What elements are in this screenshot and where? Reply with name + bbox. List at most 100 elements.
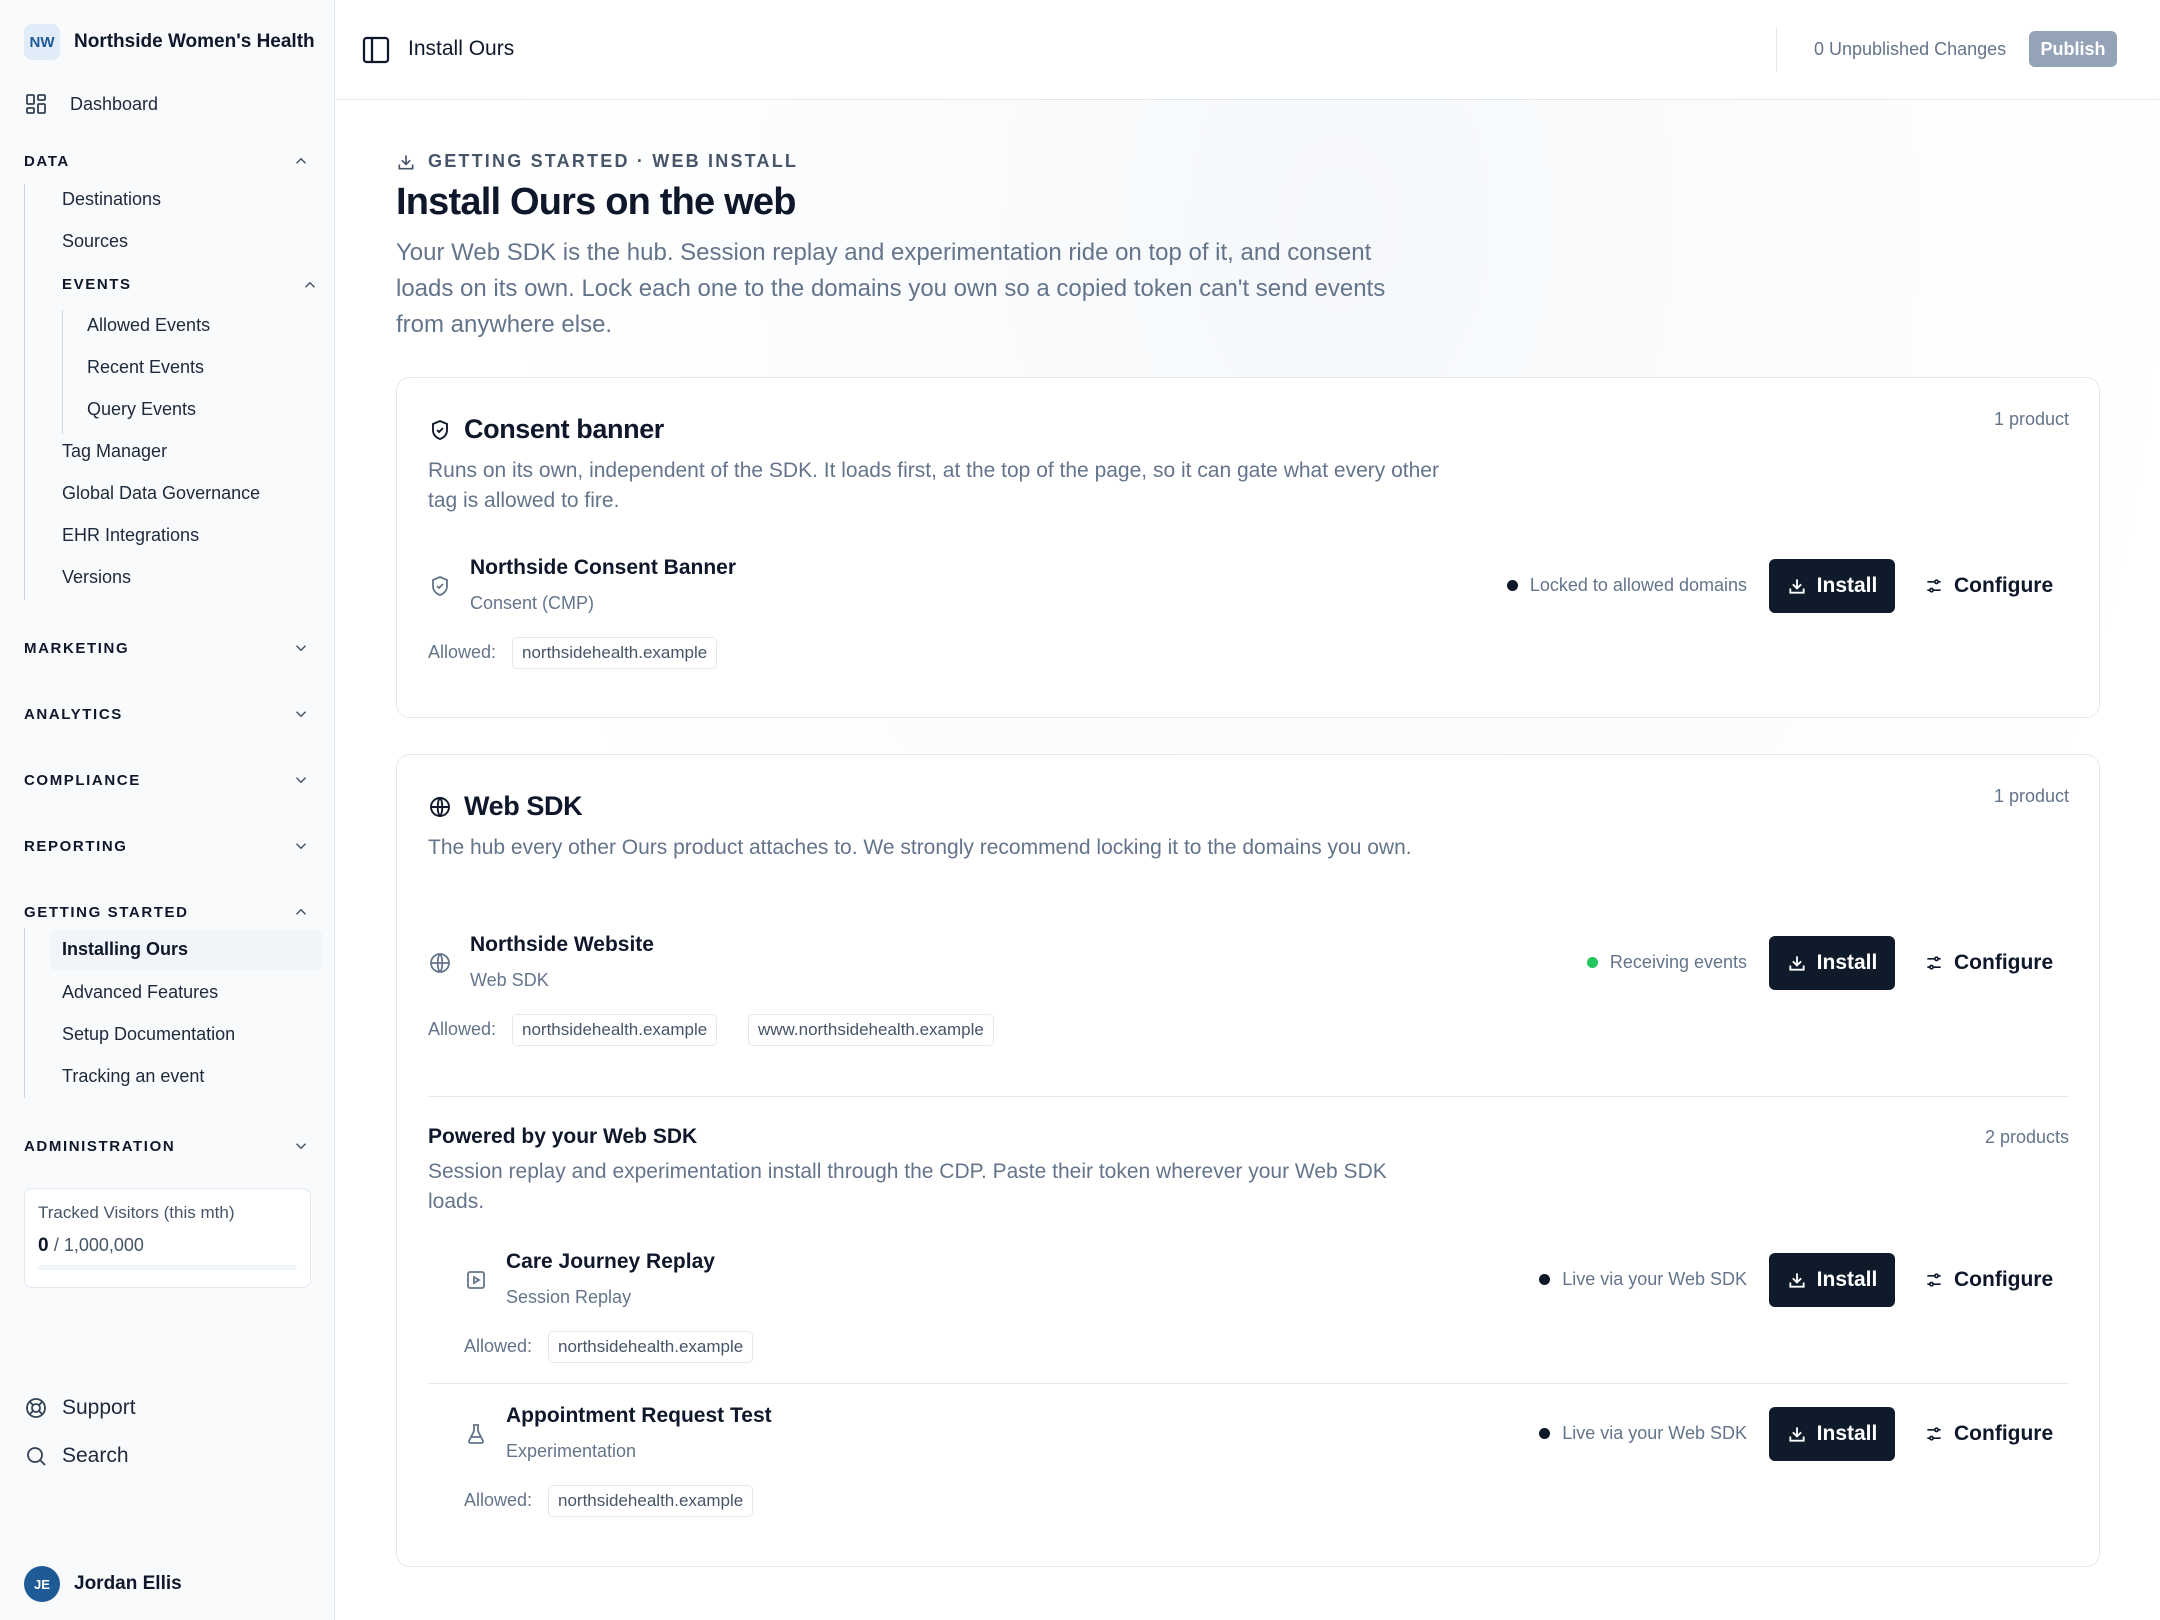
tracked-visitors-card: Tracked Visitors (this mth) 0 / 1,000,00… xyxy=(24,1188,311,1288)
download-icon xyxy=(1789,579,1805,594)
domain-chip: northsidehealth.example xyxy=(548,1331,754,1363)
section-reporting[interactable]: REPORTING xyxy=(24,837,310,855)
globe-icon xyxy=(430,796,450,817)
section-marketing[interactable]: MARKETING xyxy=(24,639,310,657)
configure-label: Configure xyxy=(1954,1268,2054,1291)
section-events[interactable]: EVENTS xyxy=(62,276,132,293)
install-label: Install xyxy=(1816,1268,1878,1291)
domain-chip: northsidehealth.example xyxy=(548,1485,754,1517)
page-description: Your Web SDK is the hub. Session replay … xyxy=(396,239,1386,338)
install-button[interactable]: Install xyxy=(1769,936,1895,990)
chevron-down-icon xyxy=(295,777,307,784)
web-sdk-card: Web SDK 1 product The hub every other Ou… xyxy=(396,754,2100,1567)
chevron-down-icon xyxy=(295,1143,307,1150)
section-analytics[interactable]: ANALYTICS xyxy=(24,705,310,723)
org-badge: NW xyxy=(24,24,60,60)
section-label: COMPLIANCE xyxy=(24,771,141,789)
configure-button[interactable]: Configure xyxy=(1924,559,2053,613)
section-label: GETTING STARTED xyxy=(24,903,189,921)
header-divider xyxy=(1776,28,1777,72)
tracked-visitors-label: Tracked Visitors (this mth) xyxy=(38,1203,235,1222)
user-menu[interactable]: JE Jordan Ellis xyxy=(24,1566,182,1602)
configure-button[interactable]: Configure xyxy=(1924,1407,2053,1461)
tracked-visitors-progress xyxy=(38,1265,297,1270)
configure-button[interactable]: Configure xyxy=(1924,1253,2053,1307)
play-square-icon xyxy=(467,1271,485,1289)
section-administration[interactable]: ADMINISTRATION xyxy=(24,1137,310,1155)
section-label: ANALYTICS xyxy=(24,705,123,723)
sidebar-item-allowed-events[interactable]: Allowed Events xyxy=(87,315,210,336)
allowed-label: Allowed: xyxy=(464,1336,533,1356)
product-name: Care Journey Replay xyxy=(506,1250,715,1273)
sidebar-item-tracking-an-event[interactable]: Tracking an event xyxy=(62,1066,204,1087)
domain-chip: northsidehealth.example xyxy=(512,1014,718,1046)
install-label: Install xyxy=(1816,574,1878,597)
chevron-up-icon xyxy=(295,157,307,164)
card-title: Web SDK xyxy=(464,791,583,821)
page-title-header: Install Ours xyxy=(408,37,515,60)
flask-icon xyxy=(468,1424,484,1444)
shield-icon xyxy=(432,419,448,440)
search-label: Search xyxy=(62,1444,129,1467)
tracked-visitors-limit: / 1,000,000 xyxy=(53,1235,144,1255)
section-compliance[interactable]: COMPLIANCE xyxy=(24,771,310,789)
install-button[interactable]: Install xyxy=(1769,559,1895,613)
powered-by-description: Session replay and experimentation insta… xyxy=(428,1160,1387,1213)
shield-icon xyxy=(432,576,448,596)
main-content: GETTING STARTED · WEB INSTALL Install Ou… xyxy=(336,101,2160,1620)
consent-banner-card: Consent banner 1 product Runs on its own… xyxy=(396,377,2100,718)
sliders-icon xyxy=(1927,1427,1941,1441)
configure-label: Configure xyxy=(1954,574,2054,597)
section-data[interactable]: DATA xyxy=(24,152,310,170)
section-label: ADMINISTRATION xyxy=(24,1137,176,1155)
unpublished-changes: 0 Unpublished Changes xyxy=(1814,39,2007,59)
chevron-down-icon xyxy=(295,645,307,652)
sidebar-item-advanced-features[interactable]: Advanced Features xyxy=(62,982,218,1003)
sidebar-item-dashboard[interactable]: Dashboard xyxy=(24,92,158,116)
install-label: Install xyxy=(1816,1422,1878,1445)
download-icon xyxy=(398,154,414,169)
status-dot xyxy=(1539,1274,1551,1285)
tracked-visitors-count: 0 xyxy=(38,1235,49,1256)
sidebar-item-versions[interactable]: Versions xyxy=(62,567,131,588)
search-link[interactable]: Search xyxy=(24,1444,129,1468)
allowed-label: Allowed: xyxy=(464,1490,533,1510)
powered-by-title: Powered by your Web SDK xyxy=(428,1125,698,1148)
status-indicator: Locked to allowed domains xyxy=(1506,575,1747,596)
getting-started-nav-group xyxy=(24,928,25,1098)
sidebar-item-query-events[interactable]: Query Events xyxy=(87,399,196,420)
sidebar-item-global-data-governance[interactable]: Global Data Governance xyxy=(62,483,260,504)
sidebar-item-setup-documentation[interactable]: Setup Documentation xyxy=(62,1024,235,1045)
data-nav-group xyxy=(24,184,25,600)
download-icon xyxy=(1789,956,1805,971)
sidebar-item-sources[interactable]: Sources xyxy=(62,231,128,252)
status-text: Receiving events xyxy=(1609,952,1747,972)
status-text: Locked to allowed domains xyxy=(1529,575,1747,595)
configure-button[interactable]: Configure xyxy=(1924,936,2053,990)
sidebar-item-recent-events[interactable]: Recent Events xyxy=(87,357,204,378)
section-getting-started[interactable]: GETTING STARTED xyxy=(24,903,310,921)
sidebar-toggle-icon[interactable] xyxy=(360,34,392,66)
sidebar-item-destinations[interactable]: Destinations xyxy=(62,189,161,210)
product-name: Northside Consent Banner xyxy=(470,556,737,579)
product-type: Session Replay xyxy=(506,1287,632,1307)
org-switcher[interactable]: NW Northside Women's Health xyxy=(24,24,315,60)
install-button[interactable]: Install xyxy=(1769,1407,1895,1461)
status-indicator: Receiving events xyxy=(1586,952,1747,973)
sliders-icon xyxy=(1927,956,1941,970)
install-button[interactable]: Install xyxy=(1769,1253,1895,1307)
status-indicator: Live via your Web SDK xyxy=(1539,1269,1747,1290)
sidebar-item-tag-manager[interactable]: Tag Manager xyxy=(62,441,167,462)
publish-button[interactable]: Publish xyxy=(2029,31,2117,67)
status-indicator: Live via your Web SDK xyxy=(1539,1423,1747,1444)
org-name: Northside Women's Health xyxy=(74,31,315,52)
install-label: Install xyxy=(1816,951,1878,974)
product-name: Northside Website xyxy=(470,933,654,956)
sidebar-item-installing-ours[interactable]: Installing Ours xyxy=(50,930,322,970)
eyebrow: GETTING STARTED · WEB INSTALL xyxy=(396,151,798,172)
sidebar-item-ehr-integrations[interactable]: EHR Integrations xyxy=(62,525,199,546)
chevron-up-icon[interactable] xyxy=(301,276,319,294)
support-link[interactable]: Support xyxy=(24,1396,136,1420)
status-dot xyxy=(1539,1428,1551,1439)
user-name: Jordan Ellis xyxy=(74,1573,182,1594)
